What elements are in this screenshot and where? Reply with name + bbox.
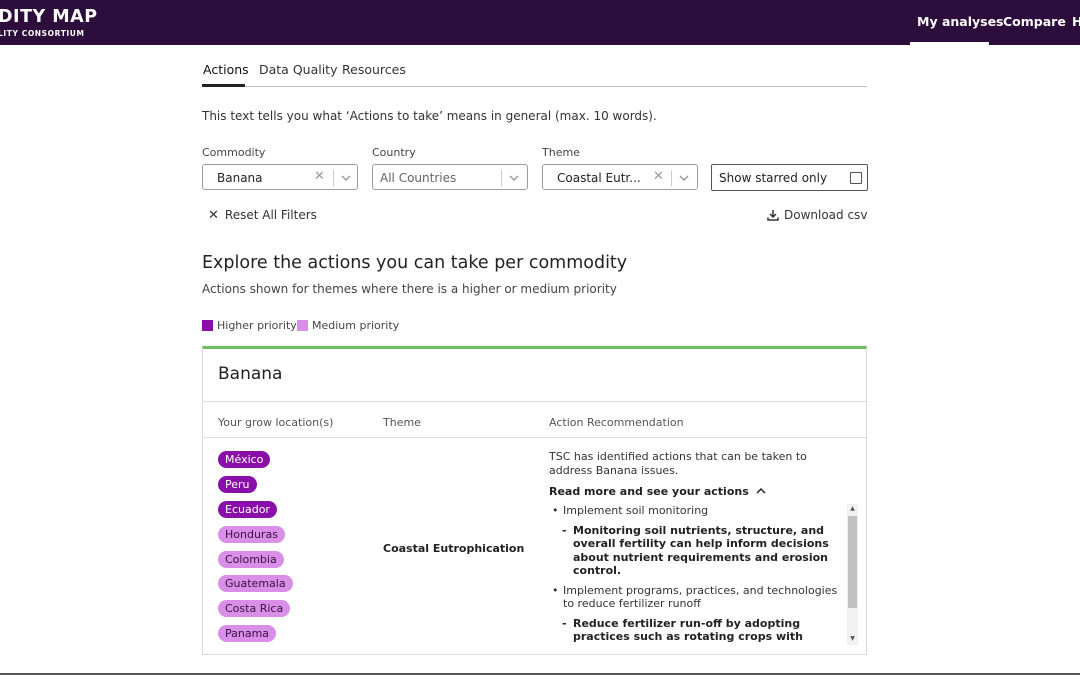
chevron-down-icon[interactable] [339, 171, 353, 185]
section-title: Explore the actions you can take per com… [202, 253, 628, 273]
action-detail: Monitoring soil nutrients, structure, an… [549, 524, 841, 578]
location-pill: Ecuador [218, 501, 277, 518]
tab-resources[interactable]: Resources [342, 62, 406, 77]
theme-clear-icon[interactable]: ✕ [653, 169, 664, 184]
show-starred-checkbox[interactable] [850, 172, 862, 184]
active-tab-indicator [202, 84, 245, 87]
scroll-down-arrow-icon[interactable]: ▼ [848, 635, 857, 642]
download-csv-button[interactable]: Download csv [767, 208, 867, 222]
top-navigation-bar: DITY MAP LITY CONSORTIUM My analyses Com… [0, 0, 1080, 45]
download-icon [767, 210, 779, 221]
reset-filters-label: Reset All Filters [224, 208, 317, 222]
legend-medium-label: Medium priority [312, 319, 400, 332]
tab-data-quality[interactable]: Data Quality [259, 62, 338, 77]
theme-select[interactable]: Coastal Eutr... ✕ [542, 164, 698, 190]
tab-actions[interactable]: Actions [203, 62, 249, 77]
location-pill: Costa Rica [218, 600, 291, 617]
select-separator [501, 170, 502, 186]
legend-higher-label: Higher priority [217, 319, 297, 332]
intro-text: This text tells you what ‘Actions to tak… [202, 109, 657, 123]
scroll-up-arrow-icon[interactable]: ▲ [848, 505, 857, 512]
tabs-divider [202, 86, 867, 87]
location-pill: México [218, 451, 271, 468]
column-header-theme: Theme [383, 416, 421, 429]
legend-swatch-medium [297, 320, 308, 331]
legend-medium-priority: Medium priority [297, 319, 399, 332]
theme-label: Theme [542, 146, 580, 159]
show-starred-toggle[interactable]: Show starred only [711, 164, 868, 191]
reset-filters-button[interactable]: ✕ Reset All Filters [208, 208, 317, 223]
select-separator [671, 170, 672, 186]
commodity-card: Banana Your grow location(s) Theme Actio… [202, 346, 867, 655]
commodity-select[interactable]: Banana ✕ [202, 164, 358, 190]
country-placeholder: All Countries [380, 171, 457, 185]
column-header-locations: Your grow location(s) [218, 416, 334, 429]
theme-cell: Coastal Eutrophication [383, 542, 525, 555]
read-more-label: Read more and see your actions [549, 485, 749, 498]
logo-subtitle: LITY CONSORTIUM [0, 29, 85, 38]
country-label: Country [372, 146, 416, 159]
commodity-value: Banana [217, 171, 263, 185]
column-header-recommendation: Action Recommendation [549, 416, 684, 429]
location-pill: Panama [218, 625, 277, 642]
actions-list: Implement soil monitoring Monitoring soi… [549, 504, 841, 645]
select-separator [333, 170, 334, 186]
card-title: Banana [218, 364, 283, 384]
read-more-toggle[interactable]: Read more and see your actions [549, 485, 766, 498]
actions-scroll-area[interactable]: Implement soil monitoring Monitoring soi… [549, 504, 858, 645]
chevron-down-icon[interactable] [677, 171, 691, 185]
logo-title[interactable]: DITY MAP [0, 7, 98, 27]
location-pill: Peru [218, 476, 257, 493]
close-icon: ✕ [208, 208, 219, 223]
chevron-up-icon [756, 487, 766, 494]
table-header-divider [203, 437, 866, 438]
nav-help[interactable]: H [1072, 14, 1080, 29]
action-item: Implement programs, practices, and techn… [549, 584, 841, 611]
action-item: Implement soil monitoring [549, 504, 841, 518]
card-divider [203, 401, 866, 402]
location-pill: Guatemala [218, 575, 293, 592]
recommendation-intro: TSC has identified actions that can be t… [549, 450, 807, 477]
section-subtitle: Actions shown for themes where there is … [202, 282, 617, 296]
chevron-down-icon[interactable] [507, 171, 521, 185]
legend-higher-priority: Higher priority [202, 319, 297, 332]
scrollbar-thumb[interactable] [848, 516, 857, 608]
theme-value: Coastal Eutr... [557, 171, 641, 185]
active-nav-indicator [910, 42, 989, 45]
action-detail: Reduce fertilizer run-off by adopting pr… [549, 617, 841, 646]
nav-compare[interactable]: Compare [1003, 14, 1066, 29]
commodity-clear-icon[interactable]: ✕ [314, 169, 325, 184]
location-pill: Colombia [218, 551, 284, 568]
country-select[interactable]: All Countries [372, 164, 528, 190]
commodity-label: Commodity [202, 146, 266, 159]
location-pill: Honduras [218, 526, 285, 543]
legend-swatch-higher [202, 320, 213, 331]
download-csv-label: Download csv [784, 208, 868, 222]
nav-my-analyses[interactable]: My analyses [917, 14, 1004, 29]
show-starred-label: Show starred only [719, 171, 828, 185]
